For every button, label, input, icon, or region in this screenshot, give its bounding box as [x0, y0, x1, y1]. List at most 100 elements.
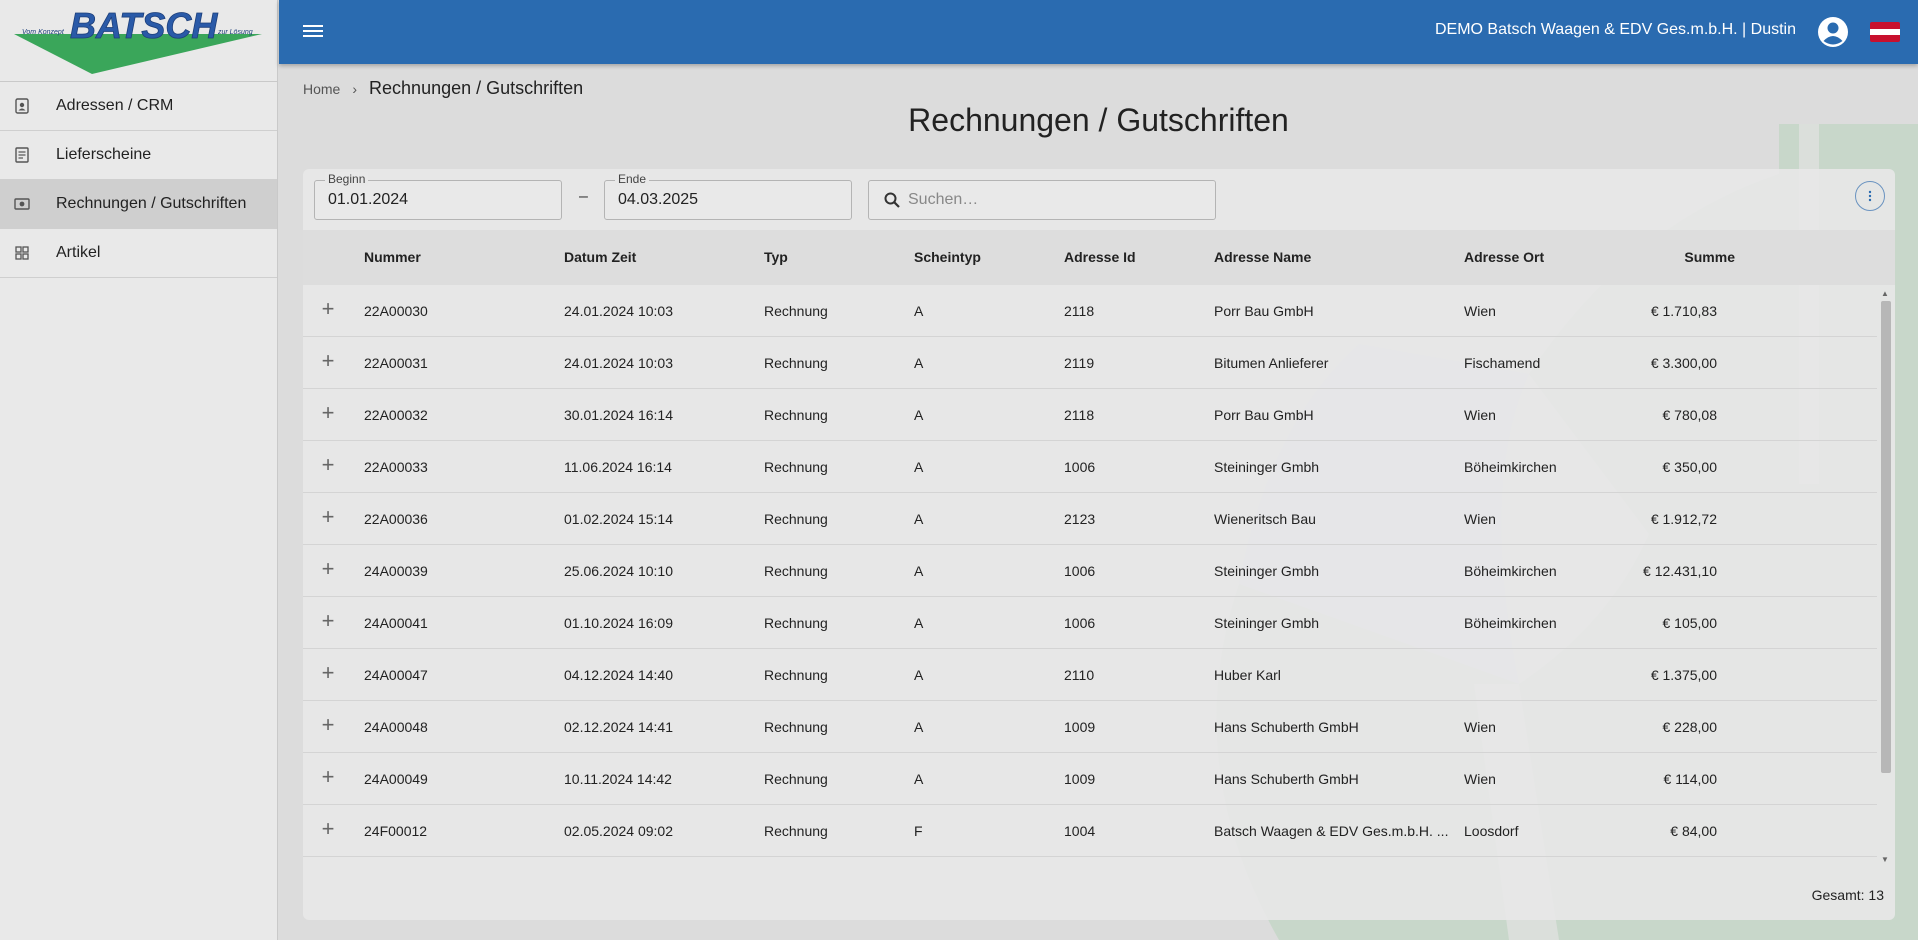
document-icon	[14, 147, 30, 163]
austria-flag-icon[interactable]	[1870, 22, 1900, 42]
cell-nummer: 24A00047	[364, 667, 428, 683]
header-company-user: DEMO Batsch Waagen & EDV Ges.m.b.H. | Du…	[1434, 21, 1796, 38]
contact-icon	[14, 98, 30, 114]
cell-summe: € 1.375,00	[1650, 667, 1717, 683]
account-circle-icon[interactable]	[1818, 17, 1848, 47]
sidebar-item-label: Rechnungen / Gutschriften	[56, 195, 247, 212]
cell-adresse-id: 1004	[1064, 823, 1096, 839]
cell-datum: 01.02.2024 15:14	[564, 511, 673, 527]
sidebar-item-label: Artikel	[56, 244, 101, 261]
begin-date-field[interactable]: Beginn	[314, 172, 562, 220]
cell-scheintyp: A	[914, 667, 924, 683]
sidebar-item-rechnungen-gutschriften[interactable]: Rechnungen / Gutschriften	[0, 180, 277, 229]
cell-adresse-name: Steininger Gmbh	[1214, 459, 1320, 475]
expand-row-icon[interactable]: +	[318, 350, 338, 372]
cell-datum: 11.06.2024 16:14	[564, 459, 672, 475]
cell-summe: € 350,00	[1662, 459, 1718, 475]
end-date-field[interactable]: Ende	[604, 172, 852, 220]
sidebar-item-label: Lieferscheine	[56, 146, 152, 163]
table-scrollbar[interactable]: ▲ ▼	[1877, 285, 1893, 868]
table-row[interactable]: +24A00047 04.12.2024 14:40 Rechnung A 2110 Hu…	[303, 649, 1877, 701]
expand-row-icon[interactable]: +	[318, 506, 338, 528]
table-row[interactable]: +22A00036 01.02.2024 15:14 Rechnung A 2123 Wi…	[303, 493, 1877, 545]
search-input[interactable]	[908, 181, 1215, 219]
cell-adresse-name: Steininger Gmbh	[1214, 615, 1320, 631]
expand-row-icon[interactable]: +	[318, 662, 338, 684]
sidebar-item-artikel[interactable]: Artikel	[0, 229, 277, 278]
breadcrumb-current: Rechnungen / Gutschriften	[369, 78, 584, 98]
expand-row-icon[interactable]: +	[318, 766, 338, 788]
invoice-table-card: Beginn – Ende Nummer Datum Zeit Typ Sche…	[303, 169, 1895, 920]
column-header-adresse-ort[interactable]: Adresse Ort	[1464, 249, 1544, 265]
cell-adresse-name: Hans Schuberth GmbH	[1214, 719, 1359, 735]
search-field[interactable]	[868, 180, 1216, 220]
column-header-adresse-id[interactable]: Adresse Id	[1064, 249, 1136, 265]
hamburger-icon[interactable]	[303, 22, 323, 40]
sidebar-item-adressen-crm[interactable]: Adressen / CRM	[0, 82, 277, 131]
column-header-summe[interactable]: Summe	[1684, 249, 1735, 265]
expand-row-icon[interactable]: +	[318, 558, 338, 580]
table-row[interactable]: +24A00039 25.06.2024 10:10 Rechnung A 1006 St…	[303, 545, 1877, 597]
cell-scheintyp: A	[914, 771, 924, 787]
table-row[interactable]: +22A00033 11.06.2024 16:14 Rechnung A 1006 St…	[303, 441, 1877, 493]
cell-scheintyp: A	[914, 407, 924, 423]
cell-adresse-name: Steininger Gmbh	[1214, 563, 1320, 579]
column-header-nummer[interactable]: Nummer	[364, 249, 421, 265]
cell-typ: Rechnung	[764, 615, 828, 631]
table-row[interactable]: +24A00049 10.11.2024 14:42 Rechnung A 1009 Ha…	[303, 753, 1877, 805]
column-header-datum-zeit[interactable]: Datum Zeit	[564, 249, 636, 265]
table-row[interactable]: +24A00048 02.12.2024 14:41 Rechnung A 1009 Ha…	[303, 701, 1877, 753]
cell-adresse-ort: Wien	[1464, 719, 1496, 735]
expand-row-icon[interactable]: +	[318, 818, 338, 840]
cell-nummer: 22A00031	[364, 355, 428, 371]
sidebar: BATSCH Vom Konzept zur Lösung Adressen /…	[0, 0, 278, 940]
expand-row-icon[interactable]: +	[318, 714, 338, 736]
cell-adresse-ort: Wien	[1464, 303, 1496, 319]
sidebar-item-lieferscheine[interactable]: Lieferscheine	[0, 131, 277, 180]
cell-adresse-id: 2123	[1064, 511, 1096, 527]
table-row[interactable]: +22A00032 30.01.2024 16:14 Rechnung A 2118 Po…	[303, 389, 1877, 441]
expand-row-icon[interactable]: +	[318, 610, 338, 632]
cell-summe: € 3.300,00	[1650, 355, 1717, 371]
column-header-scheintyp[interactable]: Scheintyp	[914, 249, 981, 265]
scrollbar-thumb[interactable]	[1881, 301, 1891, 773]
cell-typ: Rechnung	[764, 823, 828, 839]
scroll-down-arrow-icon[interactable]: ▼	[1881, 855, 1889, 864]
cell-adresse-id: 2118	[1064, 303, 1095, 319]
cell-typ: Rechnung	[764, 667, 828, 683]
table-row[interactable]: +22A00031 24.01.2024 10:03 Rechnung A 2119 Bi…	[303, 337, 1877, 389]
cell-scheintyp: A	[914, 563, 924, 579]
cell-scheintyp: A	[914, 511, 924, 527]
search-icon	[884, 192, 900, 208]
begin-date-input[interactable]	[315, 181, 561, 219]
table-row[interactable]: +22A00030 24.01.2024 10:03 Rechnung A 2118 Po…	[303, 285, 1877, 337]
cell-summe: € 114,00	[1663, 771, 1717, 787]
scroll-up-arrow-icon[interactable]: ▲	[1881, 289, 1889, 298]
more-options-button[interactable]	[1855, 181, 1885, 211]
cell-nummer: 22A00033	[364, 459, 428, 475]
end-date-input[interactable]	[605, 181, 851, 219]
cell-scheintyp: F	[914, 823, 923, 839]
expand-row-icon[interactable]: +	[318, 454, 338, 476]
cell-datum: 01.10.2024 16:09	[564, 615, 673, 631]
cell-summe: € 1.912,72	[1650, 511, 1717, 527]
cell-adresse-name: Bitumen Anlieferer	[1214, 355, 1329, 371]
expand-row-icon[interactable]: +	[318, 298, 338, 320]
end-date-label: Ende	[615, 172, 650, 186]
cell-adresse-ort: Böheimkirchen	[1464, 459, 1557, 475]
table-header: Nummer Datum Zeit Typ Scheintyp Adresse …	[303, 230, 1895, 285]
top-app-bar: DEMO Batsch Waagen & EDV Ges.m.b.H. | Du…	[279, 0, 1918, 64]
breadcrumb-home-link[interactable]: Home	[303, 81, 340, 97]
cell-typ: Rechnung	[764, 771, 828, 787]
cell-adresse-name: Porr Bau GmbH	[1214, 407, 1314, 423]
grid-icon	[14, 245, 30, 261]
cell-datum: 02.05.2024 09:02	[564, 823, 673, 839]
cell-datum: 25.06.2024 10:10	[564, 563, 673, 579]
column-header-adresse-name[interactable]: Adresse Name	[1214, 249, 1311, 265]
column-header-typ[interactable]: Typ	[764, 249, 788, 265]
date-range-separator: –	[579, 188, 588, 205]
table-row[interactable]: +24A00041 01.10.2024 16:09 Rechnung A 1006 St…	[303, 597, 1877, 649]
table-row[interactable]: +24F00012 02.05.2024 09:02 Rechnung F 1004 Ba…	[303, 805, 1877, 857]
cell-summe: € 12.431,10	[1643, 563, 1717, 579]
expand-row-icon[interactable]: +	[318, 402, 338, 424]
